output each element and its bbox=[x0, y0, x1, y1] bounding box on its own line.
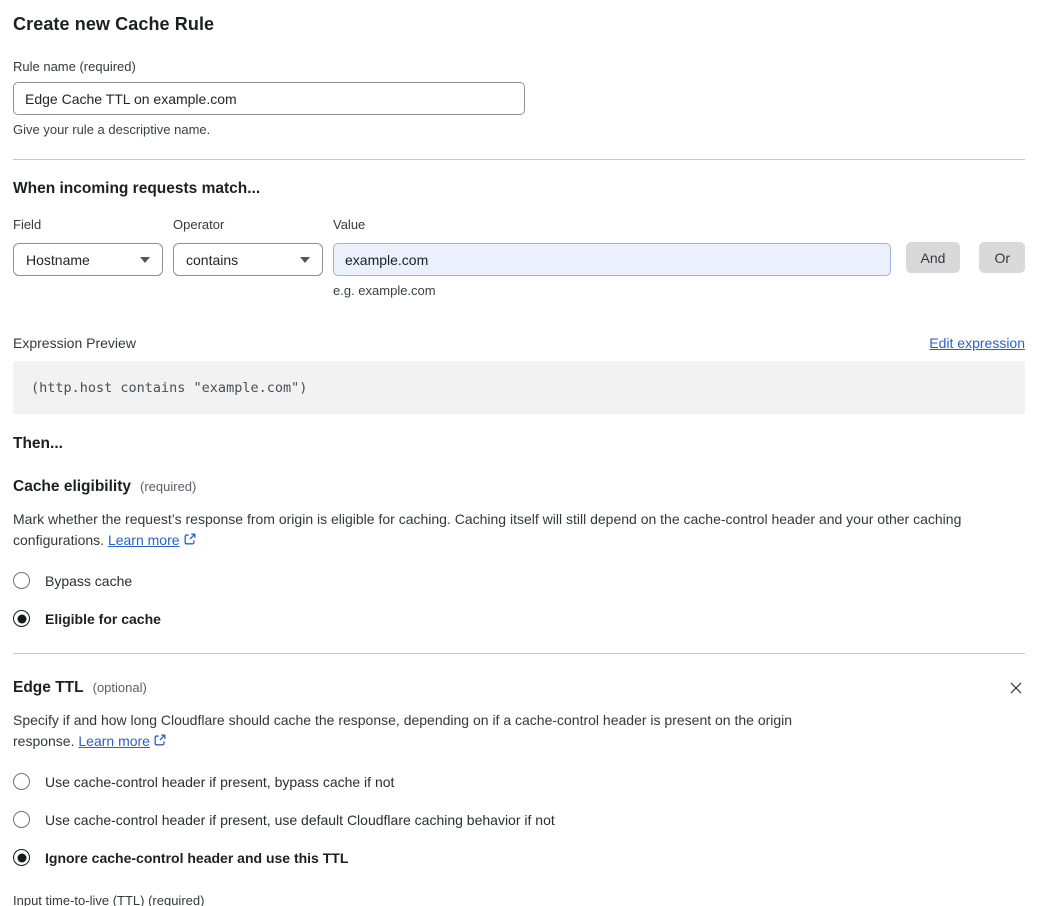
radio-label: Use cache-control header if present, use… bbox=[45, 811, 555, 828]
cache-eligibility-header: Cache eligibility (required) bbox=[13, 478, 1025, 496]
learn-more-label: Learn more bbox=[107, 532, 180, 548]
ttl-label: Input time-to-live (TTL) (required) bbox=[13, 893, 205, 906]
edit-expression-link[interactable]: Edit expression bbox=[929, 335, 1025, 351]
required-badge: (required) bbox=[140, 479, 197, 494]
cache-eligibility-title: Cache eligibility bbox=[13, 478, 132, 495]
expression-preview-label: Expression Preview bbox=[13, 335, 136, 351]
close-icon[interactable] bbox=[1007, 680, 1025, 698]
edge-ttl-header: Edge TTL (optional) bbox=[13, 679, 1025, 697]
value-input[interactable] bbox=[333, 243, 891, 276]
operator-select-value: contains bbox=[186, 251, 239, 268]
rule-name-group: Rule name (required) Give your rule a de… bbox=[13, 59, 1025, 137]
field-label: Field bbox=[13, 217, 42, 232]
radio-use-header-bypass[interactable]: Use cache-control header if present, byp… bbox=[13, 773, 1025, 790]
match-heading: When incoming requests match... bbox=[13, 180, 261, 197]
radio-label: Eligible for cache bbox=[45, 610, 161, 627]
cache-eligibility-description: Mark whether the request’s response from… bbox=[13, 509, 1025, 551]
radio-eligible-for-cache[interactable]: Eligible for cache bbox=[13, 610, 1025, 627]
chevron-down-icon bbox=[300, 256, 310, 263]
field-column: Field Hostname bbox=[13, 217, 163, 276]
learn-more-label: Learn more bbox=[78, 733, 150, 749]
value-help: e.g. example.com bbox=[333, 283, 436, 298]
create-cache-rule-form: Create new Cache Rule Rule name (require… bbox=[0, 0, 1045, 906]
radio-icon bbox=[13, 572, 30, 589]
value-label: Value bbox=[333, 217, 366, 232]
andor-buttons: And Or bbox=[905, 242, 1025, 273]
radio-ignore-header-use-ttl[interactable]: Ignore cache-control header and use this… bbox=[13, 849, 1025, 866]
divider bbox=[13, 159, 1025, 160]
ttl-group: Input time-to-live (TTL) (required) bbox=[13, 893, 1025, 906]
and-button[interactable]: And bbox=[905, 242, 961, 273]
expression-code: (http.host contains "example.com") bbox=[13, 361, 1025, 414]
field-select[interactable]: Hostname bbox=[13, 243, 163, 276]
expression-preview-row: Expression Preview Edit expression bbox=[13, 335, 1025, 351]
or-button[interactable]: Or bbox=[979, 242, 1025, 273]
external-link-icon bbox=[184, 533, 196, 545]
rule-name-help: Give your rule a descriptive name. bbox=[13, 122, 211, 137]
chevron-down-icon bbox=[140, 256, 150, 263]
optional-badge: (optional) bbox=[92, 680, 147, 695]
radio-bypass-cache[interactable]: Bypass cache bbox=[13, 572, 1025, 589]
rule-name-input[interactable] bbox=[13, 82, 525, 115]
operator-label: Operator bbox=[173, 217, 225, 232]
learn-more-link[interactable]: Learn more bbox=[108, 532, 197, 548]
learn-more-link[interactable]: Learn more bbox=[78, 733, 167, 749]
radio-icon bbox=[13, 849, 30, 866]
then-heading: Then... bbox=[13, 435, 63, 452]
edge-ttl-description: Specify if and how long Cloudflare shoul… bbox=[13, 710, 848, 752]
radio-use-header-default[interactable]: Use cache-control header if present, use… bbox=[13, 811, 1025, 828]
external-link-icon bbox=[154, 734, 166, 746]
divider bbox=[13, 653, 1025, 654]
match-row: Field Hostname Operator contains Value e… bbox=[13, 217, 1025, 298]
radio-icon bbox=[13, 610, 30, 627]
rule-name-label: Rule name (required) bbox=[13, 59, 136, 74]
operator-column: Operator contains bbox=[173, 217, 323, 276]
value-column: Value e.g. example.com bbox=[333, 217, 891, 298]
radio-icon bbox=[13, 773, 30, 790]
radio-icon bbox=[13, 811, 30, 828]
operator-select[interactable]: contains bbox=[173, 243, 323, 276]
field-select-value: Hostname bbox=[26, 251, 90, 268]
page-title: Create new Cache Rule bbox=[13, 14, 215, 34]
radio-label: Ignore cache-control header and use this… bbox=[45, 849, 349, 866]
radio-label: Bypass cache bbox=[45, 572, 133, 589]
radio-label: Use cache-control header if present, byp… bbox=[45, 773, 395, 790]
edge-ttl-title: Edge TTL bbox=[13, 679, 84, 696]
